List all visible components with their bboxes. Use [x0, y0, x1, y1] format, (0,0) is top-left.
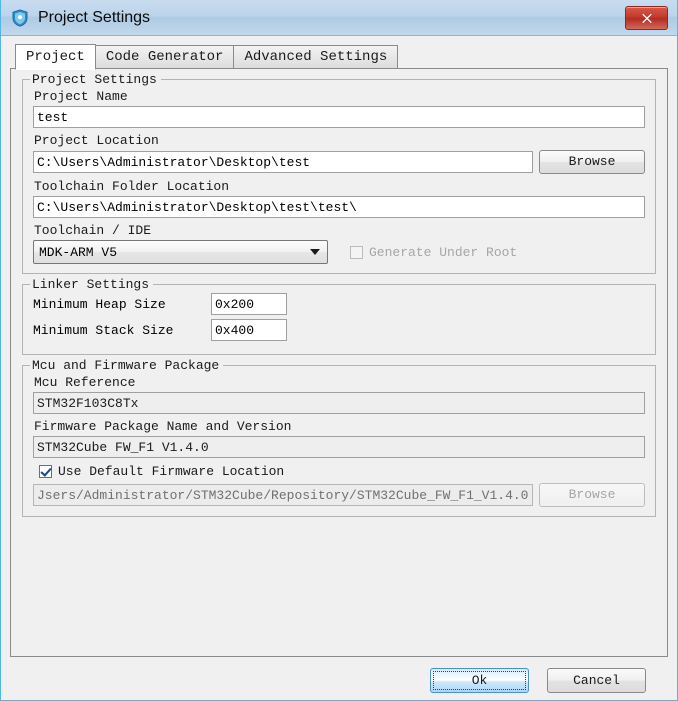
shield-icon: [11, 8, 29, 27]
label-firmware-package: Firmware Package Name and Version: [34, 419, 292, 434]
toolchain-ide-value: MDK-ARM V5: [39, 244, 118, 260]
label-project-name: Project Name: [34, 89, 128, 104]
firmware-path-row: Browse: [33, 483, 645, 507]
use-default-firmware-location-label: Use Default Firmware Location: [58, 464, 285, 479]
label-project-location: Project Location: [34, 133, 159, 148]
generate-under-root-label: Generate Under Root: [369, 244, 518, 260]
group-title-project-settings: Project Settings: [30, 72, 161, 87]
project-location-input[interactable]: [33, 151, 533, 173]
tab-code-generator[interactable]: Code Generator: [94, 45, 235, 69]
tab-project[interactable]: Project: [15, 44, 96, 70]
group-title-mcu-firmware-package: Mcu and Firmware Package: [30, 358, 224, 373]
use-default-firmware-location-checkbox[interactable]: [39, 465, 52, 478]
minimum-heap-size-input[interactable]: [211, 293, 287, 315]
toolchain-ide-select[interactable]: MDK-ARM V5: [33, 240, 328, 264]
label-minimum-stack-size: Minimum Stack Size: [33, 322, 174, 338]
title-bar: Project Settings: [1, 0, 677, 36]
toolchain-folder-location-input[interactable]: [33, 196, 645, 218]
project-name-input[interactable]: [33, 106, 645, 128]
use-default-firmware-location-row[interactable]: Use Default Firmware Location: [39, 464, 645, 479]
group-linker-settings: Linker Settings Minimum Heap Size Minimu…: [22, 277, 656, 355]
tab-advanced-settings[interactable]: Advanced Settings: [233, 45, 399, 69]
generate-under-root-checkbox: [350, 245, 363, 259]
ok-button[interactable]: Ok: [430, 668, 529, 693]
project-settings-dialog: Project Settings Project Code Generator …: [0, 0, 678, 701]
label-toolchain-ide: Toolchain / IDE: [34, 223, 152, 238]
minimum-stack-size-row: Minimum Stack Size: [33, 319, 645, 341]
toolchain-ide-row: MDK-ARM V5 Generate Under Root: [33, 240, 645, 264]
mcu-reference-input: [33, 392, 645, 414]
tab-panel-project: Project Settings Project Name Project Lo…: [10, 68, 668, 657]
group-project-settings: Project Settings Project Name Project Lo…: [22, 72, 656, 274]
browse-firmware-location-button: Browse: [539, 483, 645, 507]
group-mcu-firmware-package: Mcu and Firmware Package Mcu Reference F…: [22, 358, 656, 517]
close-icon[interactable]: [625, 5, 668, 30]
panel-filler: [22, 527, 656, 646]
firmware-location-input: [33, 484, 533, 506]
firmware-package-input: [33, 436, 645, 458]
group-title-linker-settings: Linker Settings: [30, 277, 154, 292]
dialog-footer: Ok Cancel: [10, 657, 668, 693]
chevron-down-icon: [310, 249, 320, 255]
window-title: Project Settings: [38, 8, 151, 26]
cancel-button[interactable]: Cancel: [547, 668, 646, 693]
label-minimum-heap-size: Minimum Heap Size: [33, 296, 166, 312]
label-toolchain-folder-location: Toolchain Folder Location: [34, 179, 230, 194]
minimum-stack-size-input[interactable]: [211, 319, 287, 341]
project-location-row: Browse: [33, 150, 645, 174]
browse-project-location-button[interactable]: Browse: [539, 150, 645, 174]
tab-strip: Project Code Generator Advanced Settings: [10, 44, 668, 70]
label-mcu-reference: Mcu Reference: [34, 375, 136, 390]
generate-under-root-row: Generate Under Root: [350, 245, 517, 260]
dialog-body: Project Code Generator Advanced Settings…: [1, 36, 677, 700]
minimum-heap-size-row: Minimum Heap Size: [33, 293, 645, 315]
